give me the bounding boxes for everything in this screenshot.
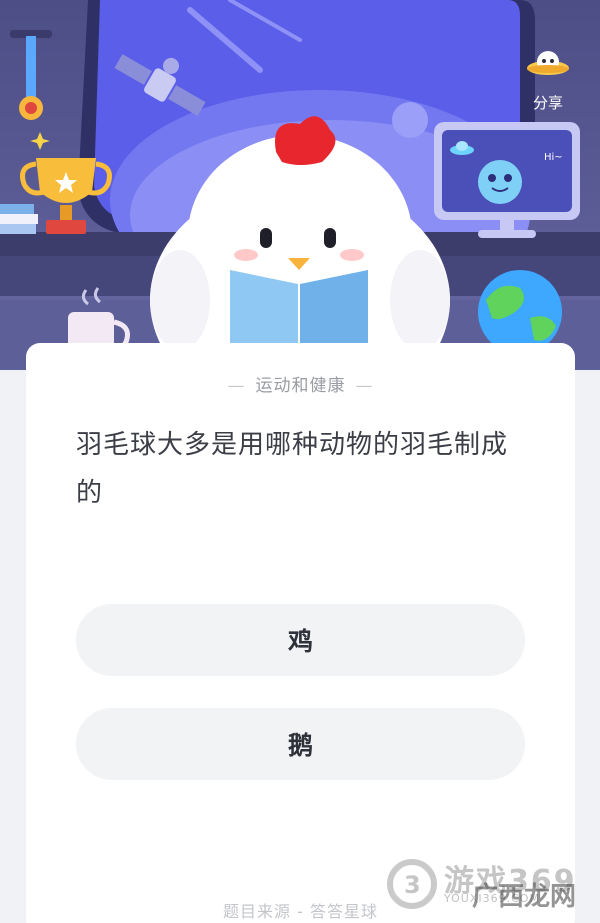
medal-icon [10, 30, 52, 120]
category-dash-left: — [227, 376, 246, 396]
answer-option-1-label: 鸡 [287, 627, 313, 656]
ufo-share-icon [527, 51, 569, 75]
category-label: 运动和健康 [255, 376, 346, 396]
answer-option-1[interactable]: 鸡 [76, 604, 525, 676]
watermark: 3 游戏369 YOUXI369.COM 广西龙网 [386, 852, 582, 922]
hero-scene: Hi~ 分享 [0, 0, 600, 370]
share-label: 分享 [532, 94, 563, 112]
svg-text:Hi~: Hi~ [544, 152, 563, 163]
answer-option-2[interactable]: 鹅 [76, 708, 525, 780]
answer-option-2-label: 鹅 [287, 731, 313, 760]
share-button[interactable]: 分享 [510, 40, 586, 113]
question-text: 羽毛球大多是用哪种动物的羽毛制成的 [76, 430, 509, 508]
question-card: — 运动和健康 — 羽毛球大多是用哪种动物的羽毛制成的 鸡 鹅 题目来源 - 答答星… [26, 343, 575, 923]
globe-icon [478, 270, 562, 354]
watermark-logo-icon: 3 [387, 859, 437, 909]
category-dash-right: — [355, 376, 374, 396]
watermark-overlay: 广西龙网 [472, 882, 577, 912]
category-header: — 运动和健康 — [26, 371, 575, 396]
svg-text:3: 3 [404, 871, 421, 899]
